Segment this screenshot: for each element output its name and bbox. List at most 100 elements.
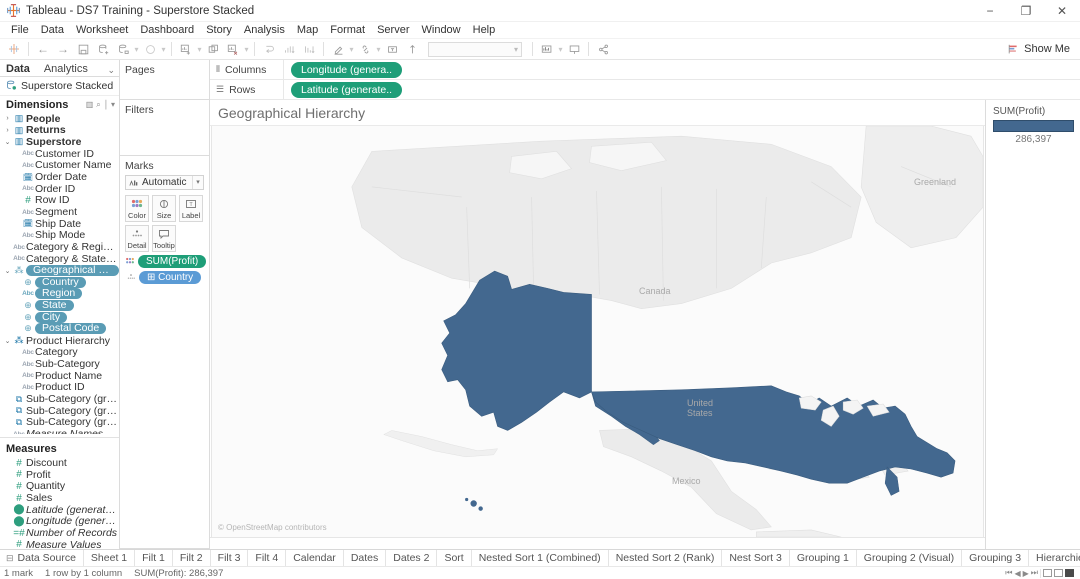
menu-analysis[interactable]: Analysis: [238, 22, 291, 38]
dimension-item[interactable]: Abc Order ID: [0, 183, 119, 195]
dimension-item[interactable]: ⧉ Sub-Category (grou...: [0, 405, 119, 417]
share-icon[interactable]: [593, 39, 613, 59]
dimension-item[interactable]: ⊕ Country: [0, 276, 119, 288]
dimension-item[interactable]: ⊕ City: [0, 311, 119, 323]
tab-data[interactable]: Data: [6, 63, 35, 76]
dimension-item[interactable]: Abc Category: [0, 346, 119, 358]
data-pane-menu-icon[interactable]: ⌄: [107, 65, 115, 76]
dimension-item[interactable]: ⊕ Postal Code: [0, 323, 119, 335]
clear-sheet-icon[interactable]: [223, 39, 243, 59]
sheet-tab[interactable]: Sort: [437, 550, 472, 566]
dropdown-dot[interactable]: ▾: [133, 45, 140, 54]
sheet-tab[interactable]: Dates 2: [386, 550, 438, 566]
tooltip-button[interactable]: Tooltip: [152, 225, 176, 252]
menu-map[interactable]: Map: [291, 22, 324, 38]
sheet-tab[interactable]: Sheet 1: [84, 550, 136, 566]
dimension-item[interactable]: Abc Customer ID: [0, 148, 119, 160]
marks-type-selector[interactable]: Automatic ▾: [125, 175, 204, 190]
dimension-item[interactable]: ⌄⁂Geographical Hierar...: [0, 265, 119, 277]
map-canvas[interactable]: [212, 126, 983, 537]
marks-pill-color[interactable]: SUM(Profit): [125, 255, 207, 268]
dropdown-dot-7[interactable]: ▾: [557, 45, 564, 54]
prev-page-icon[interactable]: ◀: [1014, 569, 1020, 578]
menu-dashboard[interactable]: Dashboard: [134, 22, 200, 38]
dimension-item[interactable]: ⊕ State: [0, 300, 119, 312]
dropdown-dot-3[interactable]: ▾: [196, 45, 203, 54]
expand-caret-icon[interactable]: ›: [3, 115, 12, 122]
columns-shelf-body[interactable]: Longitude (genera..: [284, 60, 1080, 79]
measure-item[interactable]: # Sales: [0, 492, 119, 504]
save-icon[interactable]: [73, 39, 93, 59]
dimensions-menu-icon[interactable]: │ ▾: [104, 100, 115, 109]
menu-format[interactable]: Format: [324, 22, 371, 38]
back-icon[interactable]: ←: [33, 39, 53, 59]
detail-button[interactable]: Detail: [125, 225, 149, 252]
last-page-icon[interactable]: ⏭: [1031, 568, 1038, 578]
refresh-datasource-icon[interactable]: [113, 39, 133, 59]
measure-item[interactable]: =# Number of Records: [0, 527, 119, 539]
dropdown-dot-6[interactable]: ▾: [375, 45, 382, 54]
menu-worksheet[interactable]: Worksheet: [70, 22, 134, 38]
menu-server[interactable]: Server: [371, 22, 415, 38]
dimension-item[interactable]: Abc Segment: [0, 206, 119, 218]
expand-caret-icon[interactable]: ⌄: [3, 138, 12, 146]
dimension-item[interactable]: Abc Sub-Category: [0, 358, 119, 370]
dimension-item[interactable]: Abc Customer Name: [0, 159, 119, 171]
rows-shelf-body[interactable]: Latitude (generate..: [284, 80, 1080, 99]
first-page-icon[interactable]: ⏮: [1005, 568, 1012, 578]
maximize-button[interactable]: ❐: [1008, 0, 1044, 22]
measure-item[interactable]: ⬤ Latitude (generated): [0, 504, 119, 516]
sheet-tab[interactable]: Filt 3: [211, 550, 249, 566]
search-icon[interactable]: ⌕: [96, 100, 100, 110]
dimension-item[interactable]: Abc Product Name: [0, 370, 119, 382]
columns-pill-longitude[interactable]: Longitude (genera..: [291, 61, 403, 78]
dimension-item[interactable]: › ▥ People: [0, 113, 119, 125]
undo-refresh-icon[interactable]: [140, 39, 160, 59]
forward-icon[interactable]: →: [53, 39, 73, 59]
size-button[interactable]: Size: [152, 195, 176, 222]
view-full-icon[interactable]: [1065, 569, 1074, 577]
filters-card[interactable]: Filters: [120, 100, 209, 156]
dropdown-dot-5[interactable]: ▾: [348, 45, 355, 54]
sort-ascending-icon[interactable]: [279, 39, 299, 59]
expand-caret-icon[interactable]: ›: [3, 127, 12, 134]
menu-file[interactable]: File: [5, 22, 35, 38]
expand-caret-icon[interactable]: ⌄: [3, 267, 12, 275]
close-button[interactable]: ✕: [1044, 0, 1080, 22]
measure-item[interactable]: # Discount: [0, 457, 119, 469]
sheet-tab[interactable]: Grouping 3: [962, 550, 1030, 566]
dimension-item[interactable]: 🗓 Order Date: [0, 171, 119, 183]
dimension-item[interactable]: Abc Category & State (C...: [0, 253, 119, 265]
swap-rows-columns-icon[interactable]: [259, 39, 279, 59]
measure-item[interactable]: # Measure Values: [0, 539, 119, 549]
new-worksheet-icon[interactable]: [176, 39, 196, 59]
dimension-item[interactable]: Abc Region: [0, 288, 119, 300]
view-split-icon[interactable]: [1043, 569, 1052, 577]
dimension-item[interactable]: Abc Ship Mode: [0, 229, 119, 241]
sheet-tab[interactable]: Filt 2: [173, 550, 211, 566]
sheet-tab[interactable]: Nested Sort 2 (Rank): [609, 550, 723, 566]
measure-item[interactable]: # Quantity: [0, 480, 119, 492]
dropdown-dot-2[interactable]: ▾: [160, 45, 167, 54]
map-view[interactable]: Greenland Canada United States Mexico © Open…: [211, 126, 984, 537]
dimension-item[interactable]: Abc Measure Names: [0, 428, 119, 434]
show-labels-icon[interactable]: [382, 39, 402, 59]
group-by-icon[interactable]: ▥: [86, 100, 94, 109]
dimension-item[interactable]: › ▥ Returns: [0, 124, 119, 136]
dimension-item[interactable]: Abc Product ID: [0, 381, 119, 393]
color-button[interactable]: Color: [125, 195, 149, 222]
highlight-icon[interactable]: [328, 39, 348, 59]
view-stack-icon[interactable]: [1054, 569, 1063, 577]
sort-descending-icon[interactable]: [299, 39, 319, 59]
dropdown-dot-4[interactable]: ▾: [243, 45, 250, 54]
sheet-tab[interactable]: Grouping 1: [790, 550, 857, 566]
dimension-item[interactable]: # Row ID: [0, 194, 119, 206]
fit-icon[interactable]: [537, 39, 557, 59]
fix-axes-icon[interactable]: [402, 39, 422, 59]
sheet-tab[interactable]: Hierarchies 1: [1029, 550, 1080, 566]
menu-story[interactable]: Story: [200, 22, 238, 38]
dimension-item[interactable]: AbcCategory & Region (...: [0, 241, 119, 253]
sheet-tab[interactable]: Nest Sort 3: [722, 550, 790, 566]
columns-shelf[interactable]: ⦀ Columns Longitude (genera..: [210, 60, 1080, 80]
dimension-item[interactable]: ⧉ Sub-Category (group): [0, 393, 119, 405]
